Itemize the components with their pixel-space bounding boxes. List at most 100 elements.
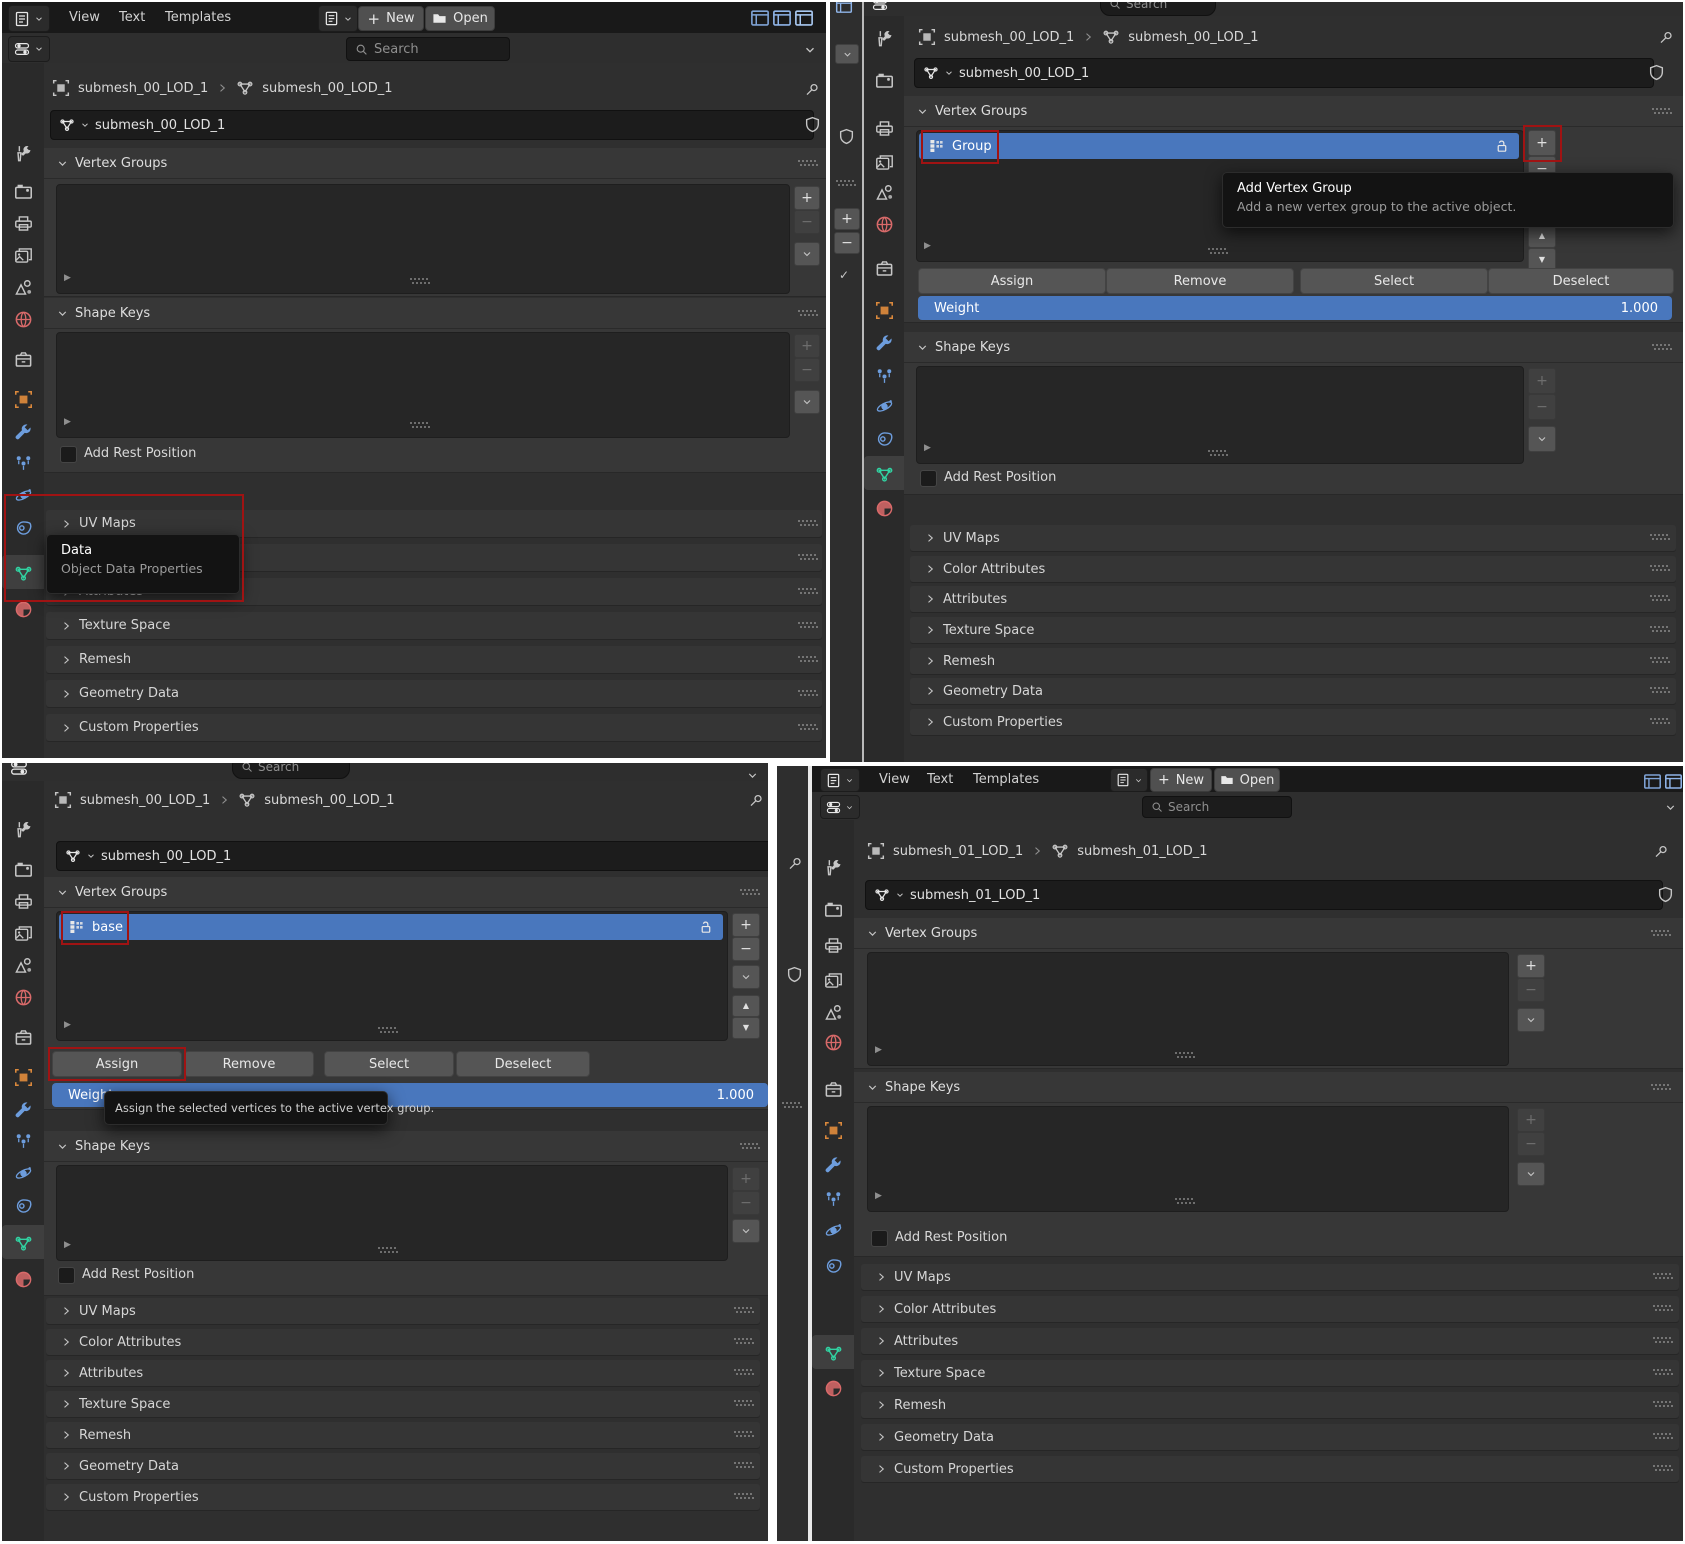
tab-constraints[interactable]: [872, 426, 896, 450]
corner-resize-handle[interactable]: ▶: [64, 274, 71, 283]
vertex-group-add-button[interactable]: +: [732, 913, 760, 937]
panel-row-attributes[interactable]: Attributes: [861, 1328, 1679, 1354]
panel-grip[interactable]: [1651, 930, 1670, 937]
shape-key-add-button[interactable]: +: [1528, 368, 1556, 394]
assign-button[interactable]: Assign: [918, 268, 1106, 294]
panel-row-color-attributes[interactable]: Color Attributes: [861, 1296, 1679, 1322]
list-resize-grip[interactable]: [1208, 248, 1227, 255]
workspace-layout-icon-3[interactable]: [792, 6, 816, 30]
tab-world[interactable]: [821, 1030, 845, 1054]
search-input-partial[interactable]: Search: [1100, 2, 1216, 16]
tab-scene[interactable]: [11, 953, 35, 977]
add-rest-position-checkbox[interactable]: [60, 446, 77, 463]
search-input[interactable]: Search: [346, 37, 510, 61]
tab-modifiers[interactable]: [11, 419, 35, 443]
menu-view[interactable]: View: [868, 766, 921, 792]
vertex-group-remove-button[interactable]: −: [1517, 978, 1545, 1002]
tab-modifiers[interactable]: [11, 1097, 35, 1121]
new-button[interactable]: + New: [358, 6, 424, 31]
add-rest-position-checkbox[interactable]: [920, 470, 937, 487]
panel-row-uv-maps[interactable]: UV Maps: [861, 1264, 1679, 1290]
panel-row-attributes[interactable]: Attributes: [46, 1360, 760, 1386]
panel-grip[interactable]: [798, 690, 817, 697]
vertex-group-move-down-button[interactable]: ▼: [732, 1017, 760, 1039]
vertex-groups-header[interactable]: Vertex Groups: [904, 96, 1683, 127]
panel-grip[interactable]: [798, 622, 817, 629]
panel-grip[interactable]: [734, 1369, 753, 1376]
tab-material[interactable]: [11, 1267, 35, 1291]
panel-row-custom-properties[interactable]: Custom Properties: [46, 714, 822, 741]
panel-row-uv-maps[interactable]: UV Maps: [46, 510, 822, 537]
panel-grip[interactable]: [1651, 1084, 1670, 1091]
panel-grip[interactable]: [1653, 1337, 1672, 1344]
workspace-layout-icon-3[interactable]: [1682, 769, 1683, 793]
panel-row-texture-space[interactable]: Texture Space: [910, 617, 1676, 643]
panel-grip[interactable]: [734, 1462, 753, 1469]
breadcrumb-object[interactable]: submesh_00_LOD_1: [78, 81, 208, 96]
vertex-groups-header[interactable]: Vertex Groups: [44, 877, 768, 908]
shape-key-remove-button[interactable]: −: [1517, 1132, 1545, 1156]
corner-resize-handle[interactable]: ▶: [64, 418, 71, 427]
workspace-layout-icon-2[interactable]: [770, 6, 794, 30]
tab-collection[interactable]: [821, 1077, 845, 1101]
corner-resize-handle[interactable]: ▶: [64, 1021, 71, 1030]
tab-particles[interactable]: [821, 1187, 845, 1211]
list-resize-grip[interactable]: [410, 278, 429, 285]
panel-row-texture-space[interactable]: Texture Space: [46, 1391, 760, 1417]
menu-text[interactable]: Text: [108, 2, 156, 33]
tab-modifiers[interactable]: [821, 1152, 845, 1176]
shape-keys-header[interactable]: Shape Keys: [854, 1072, 1683, 1103]
datablock-name-field[interactable]: submesh_00_LOD_1: [914, 58, 1654, 88]
vertex-group-move-up-button[interactable]: ▲: [732, 995, 760, 1017]
panel-row-remesh[interactable]: Remesh: [910, 648, 1676, 674]
shape-key-add-button[interactable]: +: [1517, 1108, 1545, 1132]
vertex-group-add-button[interactable]: +: [1517, 954, 1545, 978]
tab-physics[interactable]: [872, 394, 896, 418]
fake-user-shield-button[interactable]: [800, 112, 824, 136]
tab-object-data[interactable]: [872, 462, 896, 486]
tab-particles[interactable]: [11, 451, 35, 475]
header-collapse-chevron[interactable]: [1658, 795, 1682, 819]
menu-text[interactable]: Text: [916, 766, 964, 792]
pin-icon[interactable]: [1649, 840, 1673, 864]
fake-user-shield-button[interactable]: [1644, 60, 1668, 84]
corner-resize-handle[interactable]: ▶: [924, 444, 931, 453]
panel-grip[interactable]: [1650, 595, 1669, 602]
lock-open-icon[interactable]: [1494, 139, 1509, 154]
tab-scene[interactable]: [821, 1000, 845, 1024]
panel-row-remesh[interactable]: Remesh: [46, 1422, 760, 1448]
tab-scene[interactable]: [872, 180, 896, 204]
tab-tool[interactable]: [11, 817, 35, 841]
shape-key-specials-button[interactable]: [1528, 426, 1556, 452]
add-rest-position-checkbox[interactable]: [58, 1267, 75, 1284]
tab-material[interactable]: [821, 1376, 845, 1400]
breadcrumb-mesh[interactable]: submesh_00_LOD_1: [264, 793, 394, 808]
properties-editor-type-button[interactable]: [820, 795, 860, 819]
shape-key-specials-button[interactable]: [732, 1219, 760, 1243]
panel-row-geometry-data[interactable]: Geometry Data: [46, 680, 822, 707]
corner-resize-handle[interactable]: ▶: [875, 1192, 882, 1201]
panel-grip[interactable]: [1650, 718, 1669, 725]
tab-output[interactable]: [11, 211, 35, 235]
panel-row-texture-space[interactable]: Texture Space: [46, 612, 822, 639]
tab-particles[interactable]: [11, 1129, 35, 1153]
tab-view-layer[interactable]: [821, 968, 845, 992]
panel-row-remesh[interactable]: Remesh: [46, 646, 822, 673]
weight-slider[interactable]: Weight 1.000: [918, 296, 1672, 320]
panel-grip[interactable]: [1650, 657, 1669, 664]
editor-type-button-2[interactable]: [318, 5, 358, 32]
vertex-group-specials-button[interactable]: [794, 242, 820, 266]
remove-button[interactable]: Remove: [184, 1051, 314, 1077]
shape-key-remove-button[interactable]: −: [794, 358, 820, 382]
tab-tool[interactable]: [872, 26, 896, 50]
breadcrumb-mesh[interactable]: submesh_00_LOD_1: [262, 81, 392, 96]
tab-object[interactable]: [821, 1118, 845, 1142]
panel-row-color-attributes[interactable]: Color Attributes: [910, 556, 1676, 582]
panel-grip[interactable]: [734, 1431, 753, 1438]
tab-view-layer[interactable]: [872, 150, 896, 174]
shape-key-add-button[interactable]: +: [732, 1167, 760, 1191]
shape-key-remove-button[interactable]: −: [732, 1191, 760, 1215]
tab-modifiers[interactable]: [872, 330, 896, 354]
panel-row-attributes[interactable]: Attributes: [910, 586, 1676, 612]
tab-output[interactable]: [821, 933, 845, 957]
